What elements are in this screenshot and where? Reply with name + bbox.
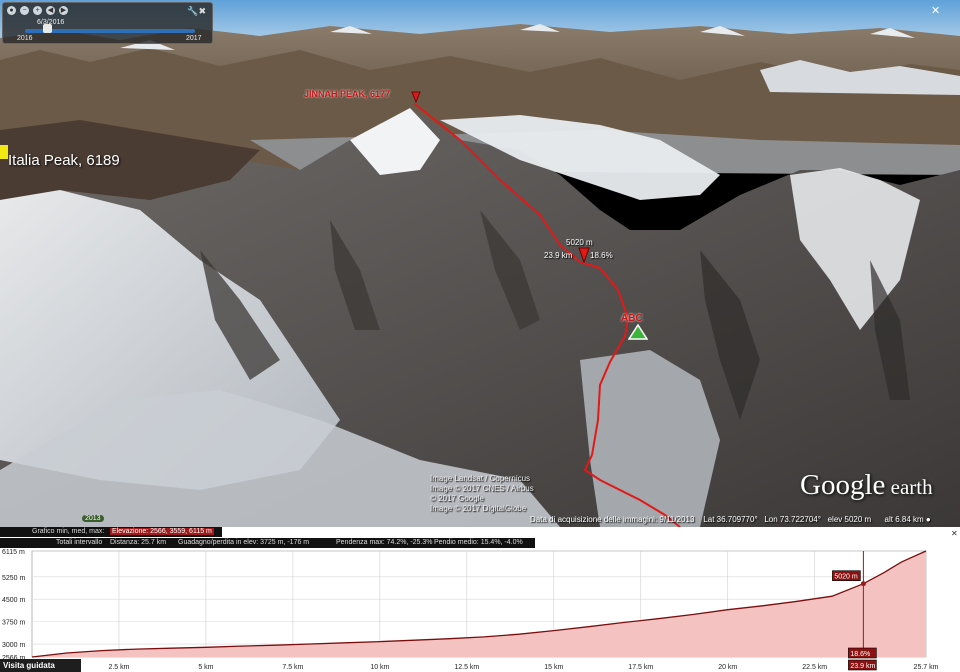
guided-tour-button[interactable]: Visita guidata — [0, 659, 81, 672]
timeline-thumb[interactable] — [43, 24, 53, 33]
longitude: Lon 73.722704° — [764, 515, 821, 524]
latitude: Lat 36.709770° — [703, 515, 758, 524]
x-tick-label: 12.5 km — [454, 664, 479, 671]
jinnah-peak-label[interactable]: JINNAH PEAK, 6177 — [304, 89, 390, 99]
elevation: elev 5020 m — [827, 515, 872, 524]
marker-distance: 23.9 km — [544, 251, 573, 260]
forward-step-icon[interactable]: ▶ — [59, 6, 68, 15]
x-tick-label: 17.5 km — [628, 664, 653, 671]
x-tick-label: 10 km — [370, 664, 389, 671]
status-indicator-icon: ● — [925, 515, 931, 524]
camp-triangle-icon[interactable] — [628, 324, 648, 340]
terrain-render — [0, 0, 960, 527]
x-tick-label: 2.5 km — [108, 664, 129, 671]
google-earth-logo: Google earth — [800, 469, 933, 501]
red-pin-icon[interactable] — [411, 91, 421, 103]
y-tick-label: 4500 m — [2, 597, 26, 604]
earth-3d-view[interactable]: ● − + ◀ ▶ 6/3/2016 2016 2017 🔧✖ ✕ JINNAH… — [0, 0, 960, 527]
credit-line: © 2017 Google — [430, 494, 484, 503]
y-tick-label: 5250 m — [2, 575, 26, 582]
imagery-credits: Image Landsat / Copernicus Image © 2017 … — [430, 474, 534, 514]
clock-icon[interactable]: ● — [7, 6, 16, 15]
cursor-distance-popup: 23.9 km — [850, 663, 875, 670]
x-tick-label: 5 km — [198, 664, 213, 671]
y-tick-label: 6115 m — [2, 549, 25, 556]
italia-peak-label[interactable]: Italia Peak, 6189 — [8, 152, 120, 169]
x-tick-label: 7.5 km — [282, 664, 303, 671]
abc-label[interactable]: ABC — [621, 313, 643, 324]
imagery-year-chip[interactable]: 2013 — [82, 515, 104, 522]
x-tick-label: 20 km — [718, 664, 737, 671]
historical-imagery-slider[interactable]: ● − + ◀ ▶ 6/3/2016 2016 2017 🔧✖ — [2, 2, 213, 44]
credit-line: Image © 2017 DigitalGlobe — [430, 504, 527, 513]
cursor-elevation-popup: 5020 m — [834, 574, 858, 581]
acquisition-date: Data di acquisizione delle immagini: 9/1… — [530, 515, 695, 524]
cursor-point — [860, 581, 866, 587]
x-tick-label: 15 km — [544, 664, 563, 671]
y-tick-label: 3750 m — [2, 620, 26, 627]
zoom-out-icon[interactable]: − — [20, 6, 29, 15]
credit-line: Image Landsat / Copernicus — [430, 474, 531, 483]
credit-line: Image © 2017 CNES / Airbus — [430, 484, 534, 493]
marker-elevation: 5020 m — [566, 238, 593, 247]
y-tick-label: 3000 m — [2, 642, 26, 649]
elevation-chart[interactable]: 6115 m5250 m4500 m3750 m3000 m2566 m2.5 … — [0, 527, 960, 672]
altitude: alt 6.84 km — [884, 515, 924, 524]
status-bar: Data di acquisizione delle immagini: 9/1… — [530, 515, 931, 524]
back-step-icon[interactable]: ◀ — [46, 6, 55, 15]
x-tick-label: 25.7 km — [914, 664, 939, 671]
marker-slope: 18.6% — [590, 251, 613, 260]
elevation-profile-panel: Grafico min, med, max: Elevazione: 2566,… — [0, 527, 960, 672]
timeline-end-year: 2017 — [186, 35, 202, 42]
zoom-in-icon[interactable]: + — [33, 6, 42, 15]
close-icon[interactable]: ✕ — [931, 4, 940, 17]
timeline-start-year: 2016 — [17, 35, 33, 42]
settings-icon[interactable]: 🔧✖ — [187, 6, 206, 17]
position-arrow-icon — [578, 247, 590, 263]
cursor-slope-popup: 18.6% — [850, 651, 870, 658]
x-tick-label: 22.5 km — [802, 664, 827, 671]
